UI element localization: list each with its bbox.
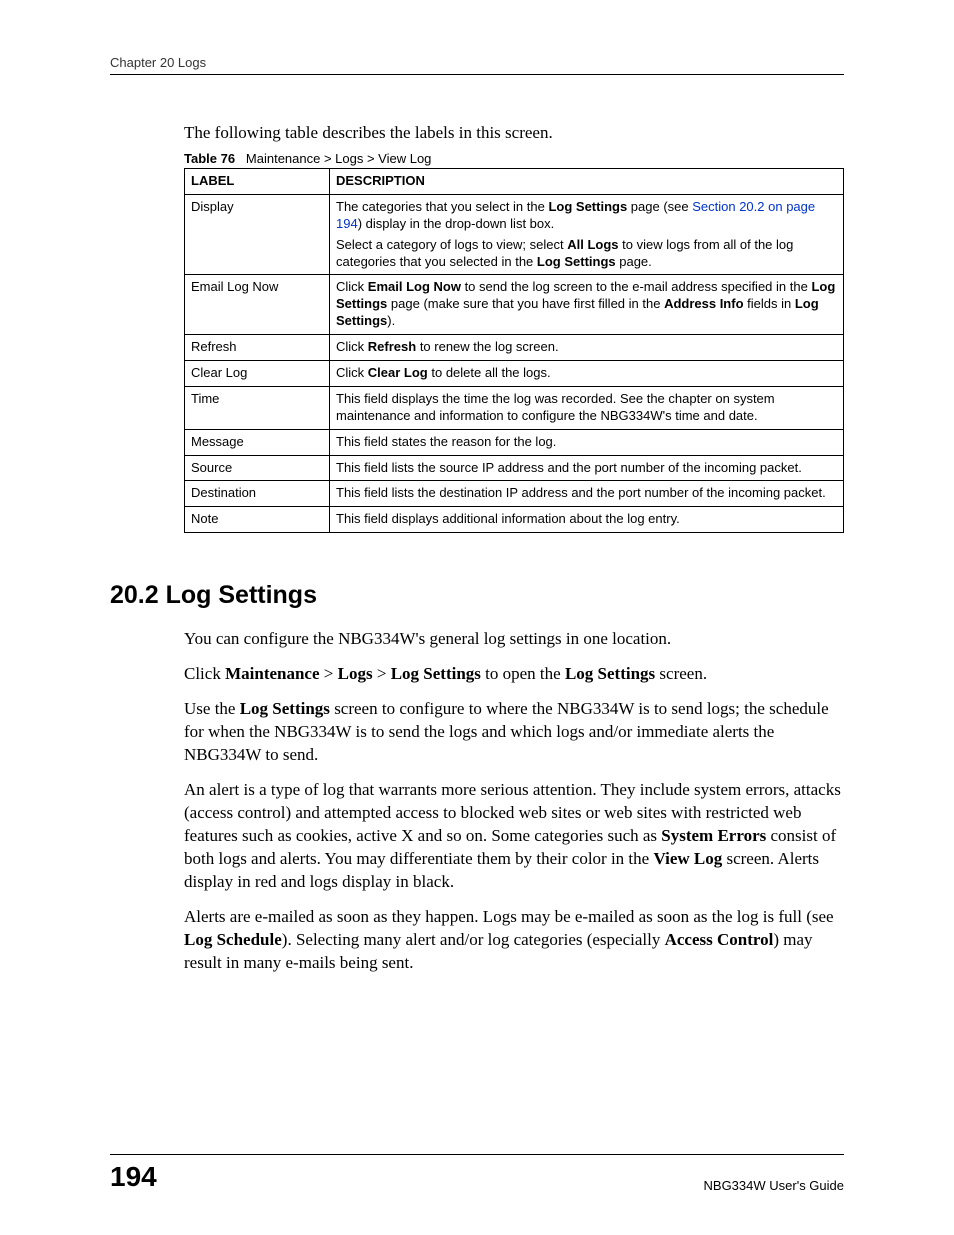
table-cell-label: Email Log Now <box>185 275 330 335</box>
text-fragment: to send the log screen to the e-mail add… <box>461 279 811 294</box>
text-fragment: Click <box>336 279 368 294</box>
text-fragment: page (see <box>627 199 692 214</box>
bold-text: Log Schedule <box>184 930 282 949</box>
text-fragment: > <box>373 664 391 683</box>
view-log-table: LABEL DESCRIPTION Display The categories… <box>184 168 844 533</box>
table-cell-label: Refresh <box>185 335 330 361</box>
table-header-row: LABEL DESCRIPTION <box>185 169 844 195</box>
text-fragment: Click <box>336 339 368 354</box>
table-row: Refresh Click Refresh to renew the log s… <box>185 335 844 361</box>
bold-text: All Logs <box>567 237 618 252</box>
table-cell-description: Click Refresh to renew the log screen. <box>330 335 844 361</box>
text-fragment: page. <box>616 254 652 269</box>
bold-text: Log Settings <box>240 699 330 718</box>
text-fragment: page (make sure that you have first fill… <box>387 296 664 311</box>
text-fragment: Click <box>184 664 225 683</box>
text-fragment: Select a category of logs to view; selec… <box>336 237 567 252</box>
table-caption: Table 76 Maintenance > Logs > View Log <box>184 151 844 166</box>
table-row: Time This field displays the time the lo… <box>185 386 844 429</box>
page-number: 194 <box>110 1161 157 1193</box>
table-cell-description: The categories that you select in the Lo… <box>330 194 844 275</box>
table-row: Clear Log Click Clear Log to delete all … <box>185 361 844 387</box>
table-row: Source This field lists the source IP ad… <box>185 455 844 481</box>
section-heading-log-settings: 20.2 Log Settings <box>110 581 844 610</box>
table-row: Email Log Now Click Email Log Now to sen… <box>185 275 844 335</box>
bold-text: Log Settings <box>565 664 655 683</box>
table-row: Destination This field lists the destina… <box>185 481 844 507</box>
table-row: Display The categories that you select i… <box>185 194 844 275</box>
table-header-description: DESCRIPTION <box>330 169 844 195</box>
table-header-label: LABEL <box>185 169 330 195</box>
bold-text: Clear Log <box>368 365 428 380</box>
text-fragment: to delete all the logs. <box>428 365 551 380</box>
table-cell-label: Destination <box>185 481 330 507</box>
text-fragment: ). <box>387 313 395 328</box>
table-cell-description: Click Email Log Now to send the log scre… <box>330 275 844 335</box>
bold-text: Email Log Now <box>368 279 461 294</box>
table-cell-label: Clear Log <box>185 361 330 387</box>
text-fragment: fields in <box>744 296 795 311</box>
guide-title: NBG334W User's Guide <box>704 1178 844 1193</box>
text-fragment: Use the <box>184 699 240 718</box>
chapter-header: Chapter 20 Logs <box>110 55 844 75</box>
table-cell-label: Message <box>185 429 330 455</box>
body-paragraph: Click Maintenance > Logs > Log Settings … <box>184 663 844 686</box>
table-row: Message This field states the reason for… <box>185 429 844 455</box>
text-fragment: > <box>320 664 338 683</box>
bold-text: Refresh <box>368 339 416 354</box>
section-body: You can configure the NBG334W's general … <box>184 628 844 974</box>
bold-text: Address Info <box>664 296 743 311</box>
table-cell-description: This field states the reason for the log… <box>330 429 844 455</box>
bold-text: Logs <box>338 664 373 683</box>
table-cell-description: This field lists the destination IP addr… <box>330 481 844 507</box>
table-cell-description: This field displays additional informati… <box>330 507 844 533</box>
text-fragment: screen. <box>655 664 707 683</box>
page-footer: 194 NBG334W User's Guide <box>110 1154 844 1193</box>
table-cell-label: Note <box>185 507 330 533</box>
intro-paragraph: The following table describes the labels… <box>184 123 844 143</box>
bold-text: View Log <box>653 849 722 868</box>
content-area: The following table describes the labels… <box>184 123 844 533</box>
body-paragraph: Alerts are e-mailed as soon as they happ… <box>184 906 844 975</box>
text-fragment: The categories that you select in the <box>336 199 548 214</box>
table-caption-label: Table 76 <box>184 151 235 166</box>
text-fragment: ). Selecting many alert and/or log categ… <box>282 930 665 949</box>
bold-text: Maintenance <box>225 664 319 683</box>
body-paragraph: An alert is a type of log that warrants … <box>184 779 844 894</box>
table-cell-label: Source <box>185 455 330 481</box>
table-cell-description: Click Clear Log to delete all the logs. <box>330 361 844 387</box>
table-row: Note This field displays additional info… <box>185 507 844 533</box>
text-fragment: to renew the log screen. <box>416 339 558 354</box>
table-cell-label: Time <box>185 386 330 429</box>
bold-text: Log Settings <box>391 664 481 683</box>
body-paragraph: You can configure the NBG334W's general … <box>184 628 844 651</box>
text-fragment: Alerts are e-mailed as soon as they happ… <box>184 907 834 926</box>
table-caption-text: Maintenance > Logs > View Log <box>246 151 432 166</box>
table-cell-description: This field lists the source IP address a… <box>330 455 844 481</box>
text-fragment: Click <box>336 365 368 380</box>
bold-text: System Errors <box>661 826 766 845</box>
table-cell-description: This field displays the time the log was… <box>330 386 844 429</box>
text-fragment: to open the <box>481 664 565 683</box>
body-paragraph: Use the Log Settings screen to configure… <box>184 698 844 767</box>
bold-text: Log Settings <box>537 254 616 269</box>
table-cell-label: Display <box>185 194 330 275</box>
bold-text: Log Settings <box>548 199 627 214</box>
bold-text: Access Control <box>665 930 774 949</box>
text-fragment: ) display in the drop-down list box. <box>358 216 555 231</box>
